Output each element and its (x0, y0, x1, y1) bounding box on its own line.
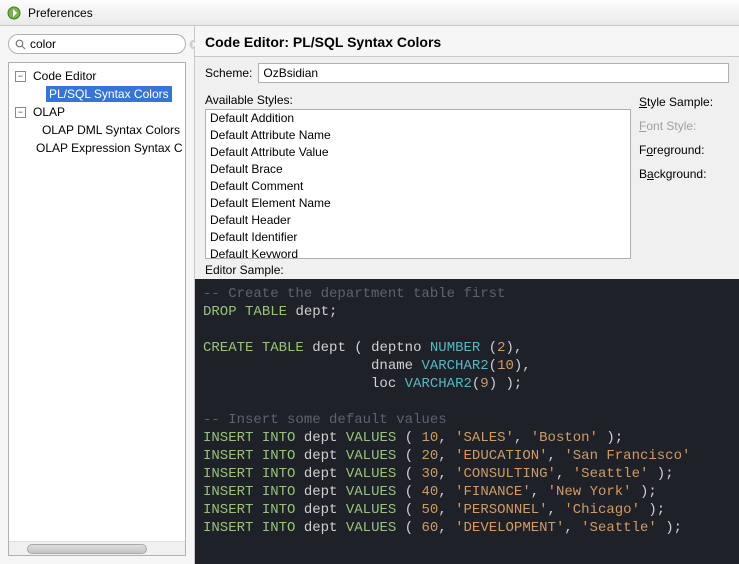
collapse-icon[interactable]: − (15, 71, 26, 82)
tree-node-olap-expr[interactable]: OLAP Expression Syntax C (11, 139, 183, 157)
scrollbar-thumb[interactable] (27, 544, 147, 554)
titlebar: Preferences (0, 0, 739, 26)
available-styles-list[interactable]: Default Addition Default Attribute Name … (205, 109, 631, 259)
search-icon (15, 38, 26, 50)
editor-sample-label: Editor Sample: (195, 259, 739, 279)
tree-node-plsql-colors[interactable]: PL/SQL Syntax Colors (11, 85, 183, 103)
style-item[interactable]: Default Attribute Value (206, 144, 630, 161)
scheme-label: Scheme: (205, 66, 252, 80)
app-icon (6, 5, 22, 21)
panel-title: Code Editor: PL/SQL Syntax Colors (195, 26, 739, 57)
style-item[interactable]: Default Identifier (206, 229, 630, 246)
collapse-icon[interactable]: − (15, 107, 26, 118)
style-item[interactable]: Default Comment (206, 178, 630, 195)
nav-panel: − Code Editor PL/SQL Syntax Colors − OLA… (0, 26, 195, 564)
search-box[interactable] (8, 34, 186, 54)
window-title: Preferences (28, 6, 93, 20)
style-item[interactable]: Default Brace (206, 161, 630, 178)
horizontal-scrollbar[interactable] (9, 541, 185, 555)
foreground-label: Foreground: (639, 143, 729, 157)
tree-node-code-editor[interactable]: − Code Editor (11, 67, 183, 85)
style-item[interactable]: Default Header (206, 212, 630, 229)
available-styles-label: Available Styles: (205, 93, 631, 107)
search-input[interactable] (30, 36, 185, 52)
tree-node-olap[interactable]: − OLAP (11, 103, 183, 121)
tree-node-olap-dml[interactable]: OLAP DML Syntax Colors (11, 121, 183, 139)
category-tree[interactable]: − Code Editor PL/SQL Syntax Colors − OLA… (8, 62, 186, 556)
editor-sample: -- Create the department table first DRO… (195, 279, 739, 564)
font-style-label: Font Style: (639, 119, 729, 133)
style-item[interactable]: Default Element Name (206, 195, 630, 212)
style-item[interactable]: Default Attribute Name (206, 127, 630, 144)
style-sample-label: Style Sample: (639, 95, 729, 109)
style-item[interactable]: Default Keyword (206, 246, 630, 259)
scheme-select[interactable]: OzBsidian (258, 63, 729, 83)
style-item[interactable]: Default Addition (206, 110, 630, 127)
background-label: Background: (639, 167, 729, 181)
scheme-value: OzBsidian (263, 66, 318, 80)
